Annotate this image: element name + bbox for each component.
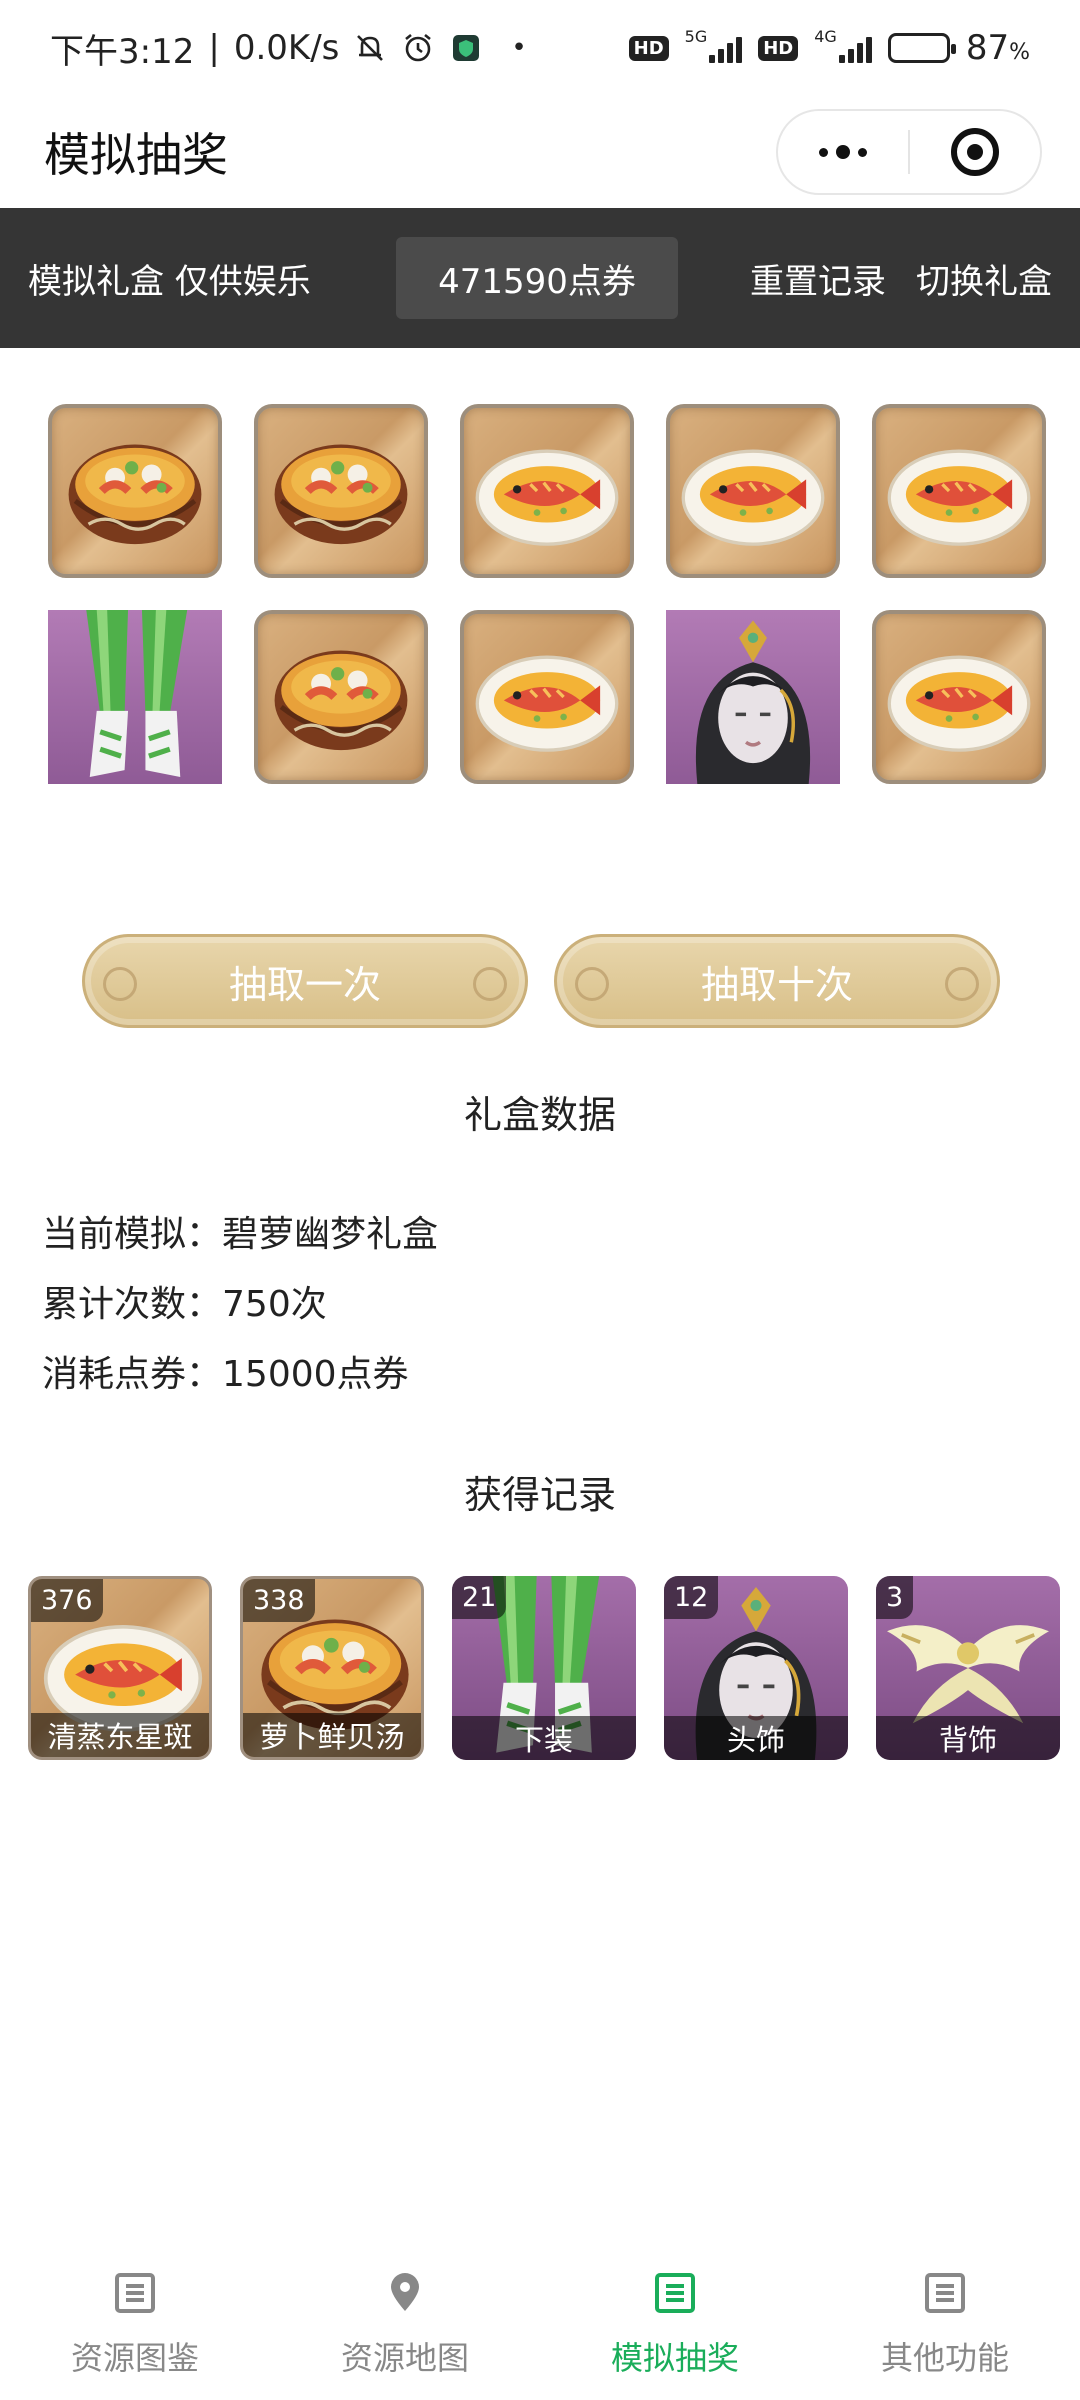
record-item-label: 下装 — [452, 1716, 636, 1760]
status-time: 下午3:12 — [50, 31, 195, 72]
tab-label: 其他功能 — [880, 2339, 1009, 2377]
records-title: 获得记录 — [463, 1473, 616, 1517]
button-ornament-left — [575, 967, 609, 1001]
button-ornament-right — [473, 967, 507, 1001]
record-item-count: 12 — [664, 1576, 719, 1619]
map-pin-icon — [383, 2271, 427, 2323]
record-item: 376 清蒸东星斑 — [28, 1576, 212, 1760]
reward-tile — [872, 404, 1046, 578]
lottery-header-bar: 模拟礼盒 仅供娱乐 471590点券 重置记录 切换礼盒 — [0, 208, 1080, 348]
page-title: 模拟抽奖 — [44, 128, 228, 182]
button-ornament-left — [103, 967, 137, 1001]
signal-strength-icon — [709, 33, 743, 63]
record-item-count: 21 — [452, 1576, 507, 1619]
stat-total-count: 累计次数：750次 — [42, 1270, 438, 1340]
stat-cost-label: 消耗点券： — [42, 1354, 223, 1395]
status-net-speed: 0.0K/s — [233, 28, 340, 68]
reward-tile — [666, 404, 840, 578]
battery-percent-unit: % — [1009, 40, 1030, 65]
tab-book[interactable]: 资源图鉴 — [0, 2250, 270, 2400]
status-bar: 下午3:12 | 0.0K/s • HD 5G HD 4G 87% — [0, 0, 1080, 96]
reward-grid — [48, 404, 1046, 784]
stat-current-value: 碧萝幽梦礼盒 — [222, 1214, 439, 1255]
stat-cost-value: 15000点券 — [222, 1354, 409, 1395]
more-menu-button[interactable] — [778, 111, 908, 193]
mute-bell-icon — [353, 31, 387, 65]
reward-tile — [460, 404, 634, 578]
lottery-icon — [653, 2271, 697, 2323]
switch-box-button[interactable]: 切换礼盒 — [916, 254, 1052, 303]
box-data-stats: 当前模拟：碧萝幽梦礼盒 累计次数：750次 消耗点券：15000点券 — [42, 1200, 438, 1410]
reward-tile — [872, 610, 1046, 784]
header-actions: 重置记录 切换礼盒 — [750, 254, 1052, 303]
stat-points-spent: 消耗点券：15000点券 — [42, 1340, 438, 1410]
record-item: 3 背饰 — [876, 1576, 1060, 1760]
draw-ten-button[interactable]: 抽取十次 — [554, 934, 1000, 1028]
reward-tile — [48, 404, 222, 578]
stat-count-value: 750次 — [222, 1284, 327, 1325]
reward-tile — [48, 610, 222, 784]
reward-tile — [254, 404, 428, 578]
status-left: 下午3:12 | 0.0K/s • — [50, 24, 629, 73]
button-ornament-right — [945, 967, 979, 1001]
more-dots-icon — [819, 145, 867, 159]
reward-tile — [666, 610, 840, 784]
reward-tile — [254, 610, 428, 784]
mini-program-capsule — [776, 109, 1042, 195]
draw-buttons: 抽取一次 抽取十次 — [82, 934, 1000, 1028]
reset-records-button[interactable]: 重置记录 — [750, 254, 886, 303]
disclaimer-text: 模拟礼盒 仅供娱乐 — [28, 261, 311, 302]
status-separator: | — [208, 28, 220, 68]
battery-percent-value: 87 — [965, 28, 1010, 68]
record-item-label: 背饰 — [876, 1716, 1060, 1760]
network-type-4g: 4G — [814, 26, 837, 46]
hd-badge-2: HD — [758, 35, 799, 61]
tab-more-functions[interactable]: 其他功能 — [810, 2250, 1080, 2400]
status-dot: • — [511, 33, 527, 63]
alarm-clock-icon — [401, 31, 435, 65]
network-type-5g: 5G — [684, 26, 708, 46]
book-icon — [113, 2271, 157, 2323]
tab-label: 资源图鉴 — [70, 2339, 199, 2377]
bottom-tab-bar: 资源图鉴 资源地图 模拟抽奖 其他功能 — [0, 2250, 1080, 2400]
battery-icon — [887, 33, 956, 63]
security-shield-icon — [449, 31, 483, 65]
close-mini-program-button[interactable] — [910, 111, 1040, 193]
tab-lottery[interactable]: 模拟抽奖 — [540, 2250, 810, 2400]
stat-current-label: 当前模拟： — [42, 1214, 223, 1255]
record-item-label: 萝卜鲜贝汤 — [243, 1713, 421, 1757]
record-item: 21 下装 — [452, 1576, 636, 1760]
record-item-count: 338 — [243, 1579, 315, 1622]
record-item-label: 头饰 — [664, 1716, 848, 1760]
tab-label: 模拟抽奖 — [610, 2339, 739, 2377]
box-data-title: 礼盒数据 — [463, 1093, 616, 1137]
draw-once-button[interactable]: 抽取一次 — [82, 934, 528, 1028]
draw-ten-label: 抽取十次 — [700, 962, 853, 1007]
stat-current-box: 当前模拟：碧萝幽梦礼盒 — [42, 1200, 438, 1270]
hd-badge: HD — [628, 35, 669, 61]
tab-label: 资源地图 — [340, 2339, 469, 2377]
more-functions-icon — [923, 2271, 967, 2323]
record-item-count: 376 — [31, 1579, 103, 1622]
mini-program-title-bar: 模拟抽奖 — [0, 96, 1080, 208]
record-item-count: 3 — [876, 1576, 914, 1619]
signal-strength-icon-2 — [838, 33, 872, 63]
draw-once-label: 抽取一次 — [228, 962, 381, 1007]
battery-percent: 87% — [966, 28, 1030, 68]
status-right: HD 5G HD 4G 87% — [628, 26, 1030, 68]
record-item: 12 头饰 — [664, 1576, 848, 1760]
reward-tile — [460, 610, 634, 784]
stat-count-label: 累计次数： — [42, 1284, 223, 1325]
record-item: 338 萝卜鲜贝汤 — [240, 1576, 424, 1760]
record-item-label: 清蒸东星斑 — [31, 1713, 209, 1757]
points-balance: 471590点券 — [396, 237, 678, 319]
target-circle-icon — [951, 128, 999, 176]
records-list: 376 清蒸东星斑 338 萝卜鲜贝汤 21 下装 12 头饰 3 背饰 — [28, 1576, 1060, 1760]
tab-map-pin[interactable]: 资源地图 — [270, 2250, 540, 2400]
